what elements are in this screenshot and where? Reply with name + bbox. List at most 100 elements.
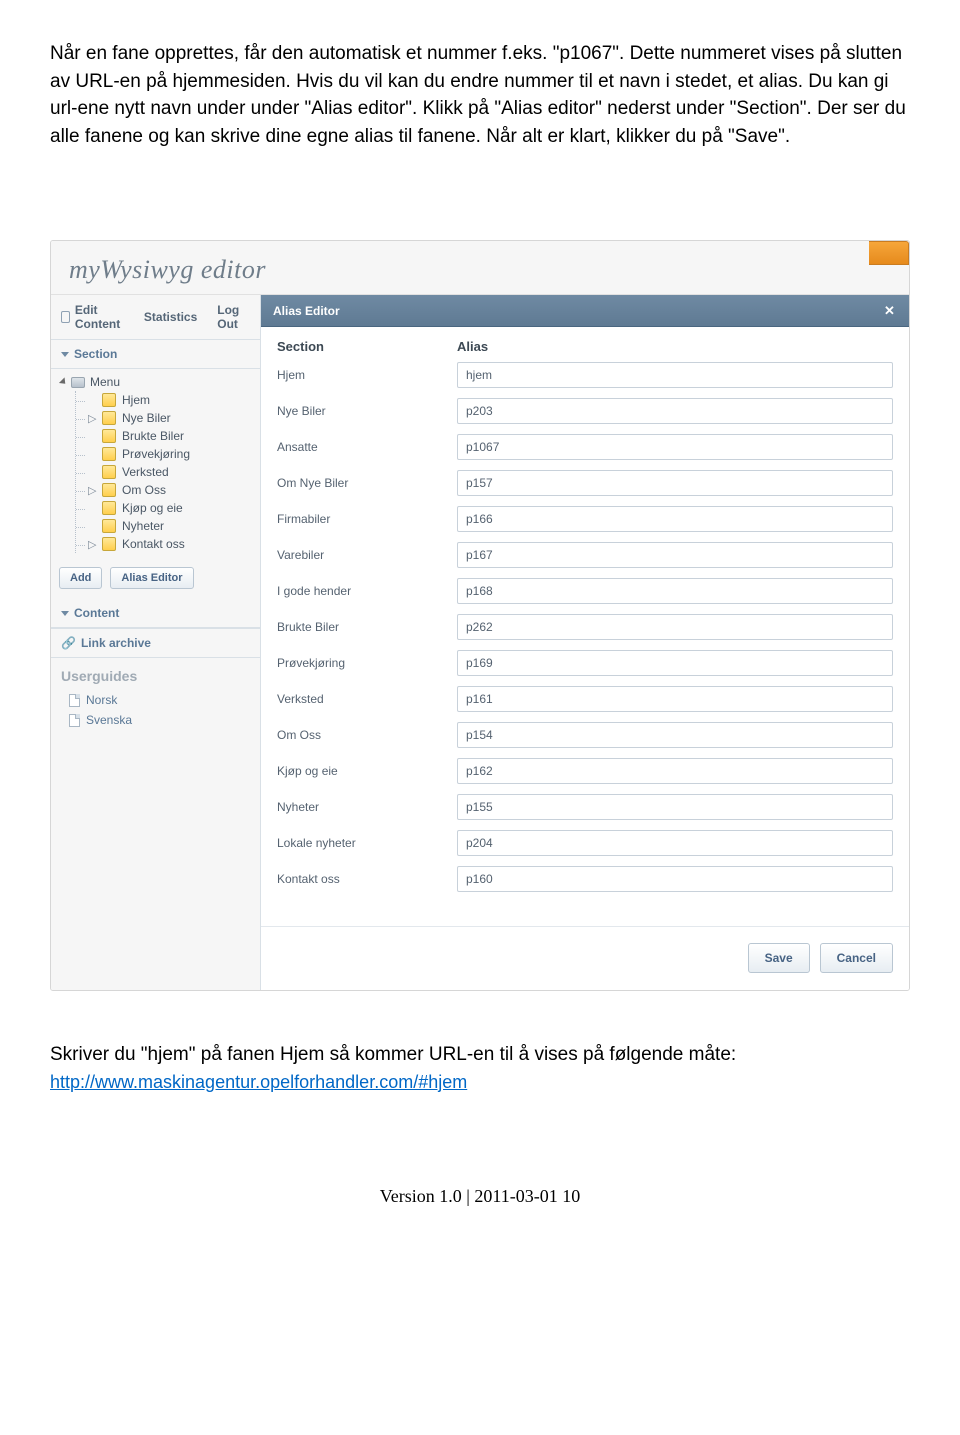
expand-icon [59, 378, 68, 387]
save-button[interactable]: Save [748, 943, 810, 973]
tab-edit-content[interactable]: Edit Content [51, 295, 134, 339]
alias-input[interactable] [457, 614, 893, 640]
row-section-label: Lokale nyheter [277, 836, 457, 850]
table-row: Om Oss [277, 722, 893, 748]
panel-label: Section [74, 347, 117, 361]
row-section-label: Prøvekjøring [277, 656, 457, 670]
example-url-link[interactable]: http://www.maskinagentur.opelforhandler.… [50, 1072, 467, 1092]
tab-label: Statistics [144, 310, 197, 324]
row-section-label: Kjøp og eie [277, 764, 457, 778]
tree-item-label: Hjem [122, 393, 150, 407]
alias-input[interactable] [457, 578, 893, 604]
guide-label: Svenska [86, 713, 132, 727]
row-section-label: Brukte Biler [277, 620, 457, 634]
outro-paragraph: Skriver du "hjem" på fanen Hjem så komme… [50, 1041, 910, 1096]
alias-input[interactable] [457, 650, 893, 676]
panel-link-archive[interactable]: 🔗 Link archive [51, 628, 260, 658]
tree-item-label: Brukte Biler [122, 429, 184, 443]
guide-item[interactable]: Norsk [51, 690, 260, 710]
tree-item[interactable]: Prøvekjøring [76, 445, 256, 463]
tree-item[interactable]: Nyheter [76, 517, 256, 535]
tree-item-label: Kjøp og eie [122, 501, 183, 515]
table-row: I gode hender [277, 578, 893, 604]
tab-logout[interactable]: Log Out [207, 295, 260, 339]
outro-text: Skriver du "hjem" på fanen Hjem så komme… [50, 1044, 736, 1065]
tab-label: Edit Content [75, 303, 124, 331]
tree-item[interactable]: Kjøp og eie [76, 499, 256, 517]
col-alias: Alias [457, 339, 893, 354]
page-icon [102, 483, 116, 497]
panel-label: Content [74, 606, 119, 620]
page-icon [102, 519, 116, 533]
panel-content[interactable]: Content [51, 599, 260, 628]
chevron-down-icon [61, 352, 69, 357]
row-section-label: Nye Biler [277, 404, 457, 418]
row-section-label: Kontakt oss [277, 872, 457, 886]
tree-item[interactable]: ▷ Nye Biler [76, 409, 256, 427]
alias-input[interactable] [457, 830, 893, 856]
table-row: Kjøp og eie [277, 758, 893, 784]
page-icon [102, 537, 116, 551]
tab-label: Log Out [217, 303, 250, 331]
table-row: Brukte Biler [277, 614, 893, 640]
intro-paragraph: Når en fane opprettes, får den automatis… [50, 40, 910, 150]
tree-item-label: Verksted [122, 465, 169, 479]
sidebar-spacer [51, 730, 260, 990]
tree-item[interactable]: ▷Kontakt oss [76, 535, 256, 553]
page-icon [102, 465, 116, 479]
alias-input[interactable] [457, 362, 893, 388]
alias-editor-button[interactable]: Alias Editor [110, 567, 193, 589]
alias-table: Section Alias HjemNye BilerAnsatteOm Nye… [261, 327, 909, 914]
tree-item[interactable]: ▷ Om Oss [76, 481, 256, 499]
app-header: myWysiwyg editor [51, 241, 909, 295]
row-section-label: Om Nye Biler [277, 476, 457, 490]
tree-item-label: Nye Biler [122, 411, 171, 425]
tree-item[interactable]: Verksted [76, 463, 256, 481]
tab-statistics[interactable]: Statistics [134, 295, 207, 339]
row-section-label: Firmabiler [277, 512, 457, 526]
page-icon [102, 411, 116, 425]
cancel-button[interactable]: Cancel [820, 943, 893, 973]
tree-items: Hjem ▷ Nye Biler Brukte Biler Prøvekjøring Ve… [75, 391, 256, 553]
tree-item-label: Om Oss [122, 483, 166, 497]
page-icon [102, 501, 116, 515]
expander-icon: ▷ [88, 484, 96, 497]
alias-input[interactable] [457, 434, 893, 460]
sidebar: Edit Content Statistics Log Out Section [51, 295, 261, 990]
section-tree: Menu Hjem ▷ Nye Biler Brukte Biler Prøvekjør… [51, 369, 260, 559]
alias-input[interactable] [457, 722, 893, 748]
alias-input[interactable] [457, 506, 893, 532]
app-window: myWysiwyg editor Edit Content Statistics… [50, 240, 910, 991]
row-section-label: Hjem [277, 368, 457, 382]
tree-item[interactable]: Hjem [76, 391, 256, 409]
app-title: myWysiwyg editor [69, 255, 266, 284]
link-icon: 🔗 [61, 636, 76, 650]
table-row: Lokale nyheter [277, 830, 893, 856]
alias-editor-titlebar: Alias Editor ✕ [261, 295, 909, 327]
table-row: Om Nye Biler [277, 470, 893, 496]
row-section-label: Varebiler [277, 548, 457, 562]
expander-icon: ▷ [88, 412, 96, 425]
table-row: Varebiler [277, 542, 893, 568]
document-icon [69, 714, 80, 727]
alias-input[interactable] [457, 866, 893, 892]
alias-input[interactable] [457, 758, 893, 784]
table-row: Nyheter [277, 794, 893, 820]
alias-input[interactable] [457, 470, 893, 496]
alias-input[interactable] [457, 794, 893, 820]
close-icon[interactable]: ✕ [882, 303, 897, 318]
alias-input[interactable] [457, 398, 893, 424]
tree-item[interactable]: Brukte Biler [76, 427, 256, 445]
page-icon [102, 429, 116, 443]
table-row: Prøvekjøring [277, 650, 893, 676]
table-row: Ansatte [277, 434, 893, 460]
disk-icon [71, 377, 85, 388]
tree-root[interactable]: Menu [61, 375, 256, 389]
alias-input[interactable] [457, 542, 893, 568]
sidebar-buttons: Add Alias Editor [51, 559, 260, 599]
panel-section[interactable]: Section [51, 340, 260, 369]
add-button[interactable]: Add [59, 567, 102, 589]
guide-item[interactable]: Svenska [51, 710, 260, 730]
chevron-down-icon [61, 611, 69, 616]
alias-input[interactable] [457, 686, 893, 712]
